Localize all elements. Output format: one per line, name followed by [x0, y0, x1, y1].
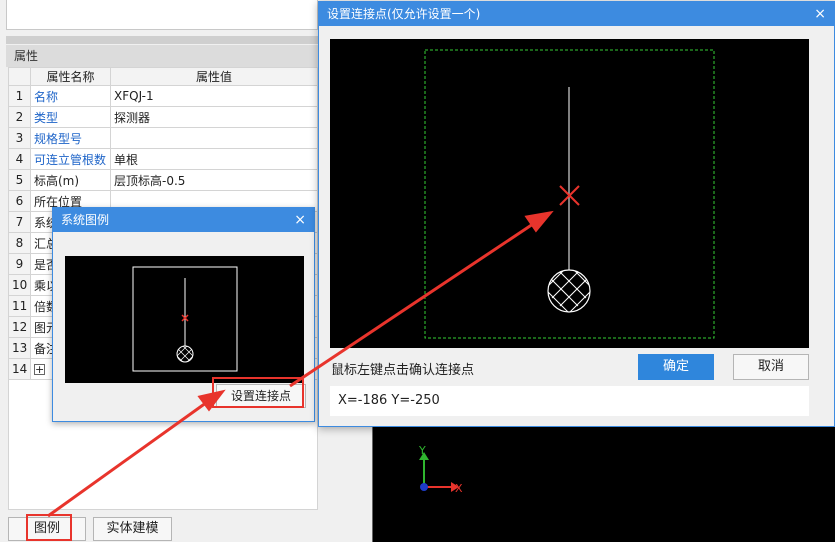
property-name: 规格型号 — [30, 127, 111, 149]
coordinate-readout: X=-186 Y=-250 — [330, 386, 809, 416]
panel-divider — [6, 36, 318, 44]
legend-preview — [65, 256, 304, 383]
property-value[interactable] — [110, 127, 318, 149]
property-value[interactable]: 层顶标高-0.5 — [110, 169, 318, 191]
properties-header: 属性 — [6, 45, 318, 67]
instruction-text: 鼠标左键点击确认连接点 — [331, 363, 475, 378]
detector-symbol-icon — [547, 269, 591, 313]
row-number: 1 — [8, 85, 31, 107]
property-name: 标高(m) — [30, 169, 111, 191]
solid-model-button[interactable]: 实体建模 — [93, 517, 172, 541]
close-icon[interactable]: × — [294, 208, 306, 232]
table-row[interactable]: 3 规格型号 — [8, 127, 318, 149]
dialog-title: 系统图例 — [61, 213, 110, 227]
axis-indicator: Y X — [418, 444, 463, 495]
dialog-title: 设置连接点(仅允许设置一个) — [327, 7, 481, 21]
column-header-name: 属性名称 — [30, 67, 111, 86]
row-number: 8 — [8, 232, 31, 254]
connection-point-dialog: 设置连接点(仅允许设置一个) × 鼠标左键点击确认连接点 确定 取消 X=-18… — [318, 1, 835, 427]
row-number: 7 — [8, 211, 31, 233]
row-number-header — [8, 67, 31, 86]
dialog-titlebar: 系统图例 × — [53, 208, 314, 232]
property-name: 名称 — [30, 85, 111, 107]
row-number: 13 — [8, 337, 31, 359]
row-number: 6 — [8, 190, 31, 212]
table-row[interactable]: 5 标高(m) 层顶标高-0.5 — [8, 169, 318, 191]
row-number: 12 — [8, 316, 31, 338]
x-axis-label: X — [455, 482, 463, 495]
table-row[interactable]: 2 类型 探测器 — [8, 106, 318, 128]
column-header-value: 属性值 — [110, 67, 318, 86]
dialog-titlebar: 设置连接点(仅允许设置一个) × — [319, 2, 834, 26]
table-row[interactable]: 1 名称 XFQJ-1 — [8, 85, 318, 107]
drawing-canvas[interactable]: Y X — [372, 420, 835, 542]
row-number: 14 — [8, 358, 31, 380]
row-number: 11 — [8, 295, 31, 317]
property-value[interactable]: XFQJ-1 — [110, 85, 318, 107]
highlight-set-point-button — [212, 377, 304, 408]
property-value[interactable]: 单根 — [110, 148, 318, 170]
expand-icon[interactable]: + — [34, 364, 45, 375]
ok-button[interactable]: 确定 — [638, 354, 714, 380]
table-row[interactable]: 4 可连立管根数 单根 — [8, 148, 318, 170]
property-name: 可连立管根数 — [30, 148, 111, 170]
y-axis-label: Y — [418, 444, 426, 457]
property-name: 类型 — [30, 106, 111, 128]
cancel-button[interactable]: 取消 — [733, 354, 809, 380]
row-number: 9 — [8, 253, 31, 275]
row-number: 4 — [8, 148, 31, 170]
property-value[interactable]: 探测器 — [110, 106, 318, 128]
row-number: 10 — [8, 274, 31, 296]
close-icon[interactable]: × — [814, 2, 826, 26]
row-number: 5 — [8, 169, 31, 191]
row-number: 3 — [8, 127, 31, 149]
top-input-box[interactable] — [6, 0, 318, 30]
connection-point-canvas[interactable] — [330, 39, 809, 348]
row-number: 2 — [8, 106, 31, 128]
highlight-legend-button — [26, 514, 72, 541]
